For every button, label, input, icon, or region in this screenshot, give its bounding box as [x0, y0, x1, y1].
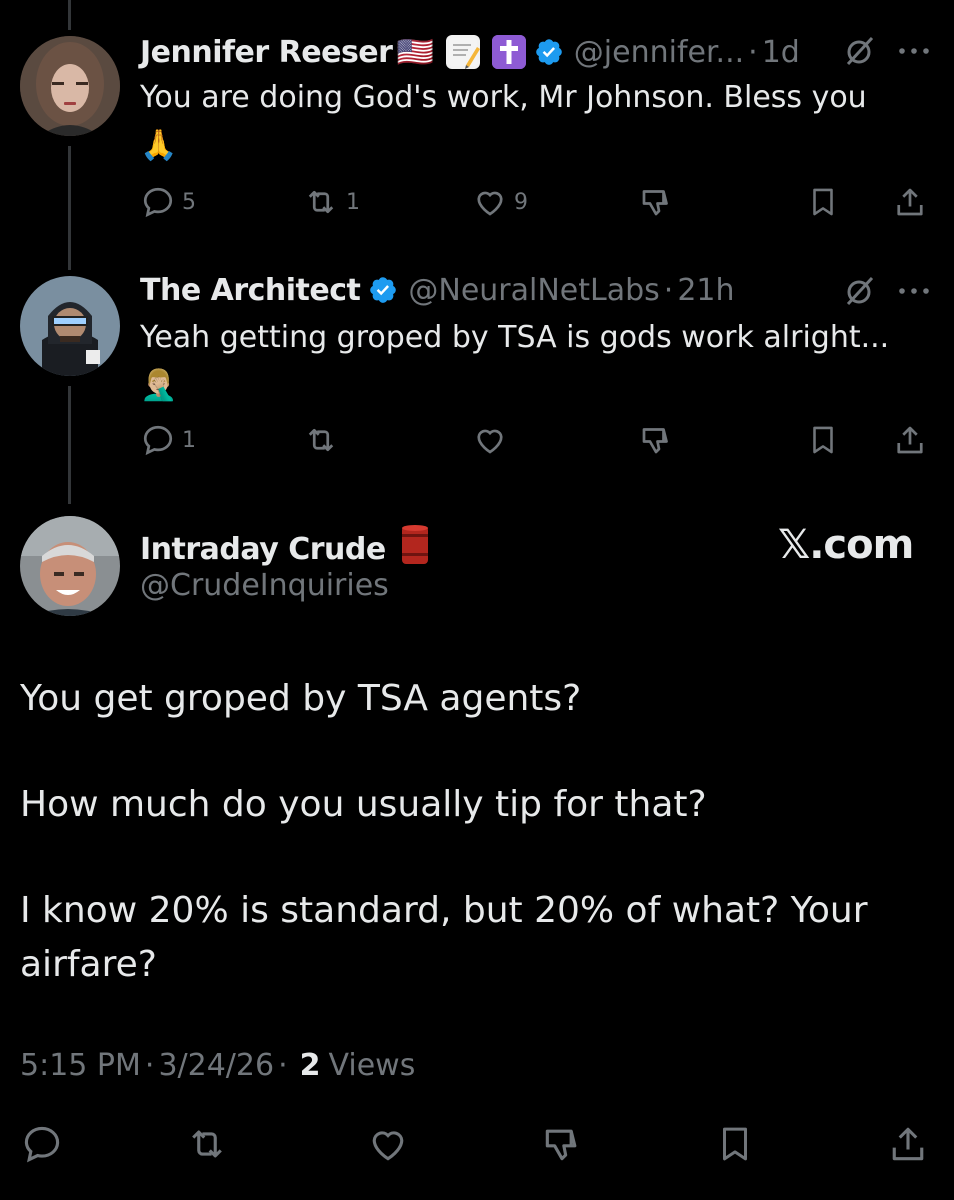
- reply-icon: [143, 187, 173, 218]
- share-icon: [892, 1127, 924, 1161]
- dislike-button[interactable]: [638, 420, 674, 460]
- more-icon[interactable]: [896, 38, 932, 68]
- avatar[interactable]: [20, 276, 120, 376]
- timestamp[interactable]: 1d: [762, 35, 800, 70]
- reply-button[interactable]: [20, 1120, 64, 1168]
- repost-icon: [308, 190, 334, 214]
- oil-drum-icon: [400, 524, 430, 574]
- share-button[interactable]: [886, 1120, 930, 1168]
- avatar[interactable]: [20, 516, 120, 616]
- heart-icon: [372, 1131, 404, 1161]
- views-count[interactable]: 2: [300, 1048, 321, 1083]
- share-button[interactable]: [892, 182, 928, 222]
- separator: ·: [278, 1048, 288, 1083]
- grok-icon[interactable]: [842, 34, 876, 72]
- share-icon: [897, 188, 923, 216]
- reply-emoji: 🙏: [140, 128, 178, 163]
- dislike-button[interactable]: [638, 182, 674, 222]
- reply-icon: [143, 425, 173, 456]
- post-text: How much do you usually tip for that?: [20, 784, 707, 825]
- post-meta: 5:15 PM · 3/24/26 · 2 Views: [20, 1048, 415, 1083]
- views-label: Views: [328, 1048, 416, 1083]
- reply-header: Jennifer Reeser 🇺🇸 @jennifer... · 1d: [140, 30, 800, 74]
- display-name[interactable]: The Architect: [140, 273, 361, 308]
- bookmark-button[interactable]: [806, 420, 840, 460]
- heart-icon: [477, 429, 503, 454]
- post-time[interactable]: 5:15 PM: [20, 1048, 141, 1083]
- latin-cross-icon: [491, 35, 526, 69]
- memo-icon: [445, 35, 480, 69]
- reply-count: 5: [182, 189, 196, 215]
- post-text: You get groped by TSA agents?: [20, 678, 582, 719]
- bookmark-icon: [813, 188, 833, 216]
- share-icon: [897, 426, 923, 454]
- verified-badge-icon: [368, 275, 398, 305]
- display-name[interactable]: Jennifer Reeser: [140, 35, 393, 70]
- handle[interactable]: @NeuralNetLabs: [408, 273, 659, 308]
- post-date[interactable]: 3/24/26: [158, 1048, 274, 1083]
- bookmark-icon: [813, 426, 833, 454]
- reply-icon: [24, 1126, 60, 1163]
- handle[interactable]: @jennifer...: [574, 35, 744, 70]
- verified-badge-icon: [534, 37, 564, 67]
- timestamp[interactable]: 21h: [677, 273, 734, 308]
- reply-text: Yeah getting groped by TSA is gods work …: [140, 314, 930, 410]
- repost-count: 1: [346, 189, 360, 215]
- main-display-name-row: Intraday Crude: [140, 524, 430, 574]
- separator: ·: [748, 34, 758, 70]
- repost-button[interactable]: [184, 1120, 230, 1168]
- reply-button[interactable]: 1: [140, 420, 196, 460]
- thumbs-down-icon: [642, 428, 668, 454]
- separator: ·: [144, 1048, 155, 1083]
- repost-icon: [308, 428, 334, 452]
- reply-text: You are doing God's work, Mr Johnson. Bl…: [140, 74, 930, 170]
- repost-button[interactable]: [302, 420, 346, 460]
- post-actions: [20, 1120, 934, 1168]
- bookmark-button[interactable]: [806, 182, 840, 222]
- like-button[interactable]: [472, 420, 514, 460]
- thread-line: [68, 146, 71, 270]
- dislike-button[interactable]: [540, 1120, 584, 1168]
- thumbs-down-icon: [642, 190, 668, 216]
- more-icon[interactable]: [896, 278, 932, 308]
- bookmark-button[interactable]: [714, 1120, 756, 1168]
- display-name[interactable]: Intraday Crude: [140, 532, 386, 567]
- reply-emoji: 🤦🏼‍♂️: [140, 368, 178, 403]
- reply-button[interactable]: 5: [140, 182, 196, 222]
- grok-icon[interactable]: [842, 274, 876, 312]
- repost-button[interactable]: 1: [302, 182, 360, 222]
- like-button[interactable]: [366, 1120, 410, 1168]
- reply-text-line: You are doing God's work, Mr Johnson. Bl…: [140, 80, 867, 115]
- reply-actions: 1: [140, 420, 930, 460]
- thumbs-down-icon: [545, 1129, 577, 1161]
- reply-text-line: Yeah getting groped by TSA is gods work …: [140, 320, 890, 355]
- x-com-watermark: 𝕏.com: [778, 522, 914, 568]
- post-text: I know 20% is standard, but 20% of what?…: [20, 890, 868, 985]
- bookmark-icon: [723, 1127, 747, 1161]
- heart-icon: [477, 191, 503, 216]
- handle[interactable]: @CrudeInquiries: [140, 568, 389, 603]
- reply-header: The Architect @NeuralNetLabs · 21h: [140, 268, 735, 312]
- like-button[interactable]: 9: [472, 182, 528, 222]
- tweet-thread: Jennifer Reeser 🇺🇸 @jennifer... · 1d You…: [0, 0, 954, 1200]
- repost-icon: [192, 1130, 222, 1158]
- avatar[interactable]: [20, 36, 120, 136]
- reply-actions: 5 1 9: [140, 182, 930, 222]
- like-count: 9: [514, 189, 528, 215]
- separator: ·: [663, 272, 674, 308]
- flag-emoji: 🇺🇸: [396, 34, 434, 70]
- share-button[interactable]: [892, 420, 928, 460]
- reply-count: 1: [182, 427, 196, 453]
- thread-line: [68, 386, 71, 504]
- thread-line: [68, 0, 71, 30]
